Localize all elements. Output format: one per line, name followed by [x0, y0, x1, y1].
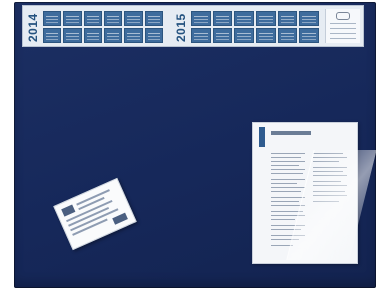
year-label: 2015: [174, 13, 188, 43]
sheet-accent-stripe: [259, 127, 265, 147]
month-cell: [191, 28, 211, 43]
month-cell: [255, 28, 276, 43]
month-cell: [234, 11, 254, 26]
month-grid: [191, 11, 319, 43]
month-cell: [299, 28, 319, 43]
year-label: 2014: [26, 13, 40, 43]
month-cell: [299, 11, 319, 26]
month-cell: [63, 28, 82, 43]
clip-icon: [336, 12, 350, 20]
month-cell: [191, 11, 211, 26]
month-cell: [255, 11, 276, 26]
month-cell: [277, 28, 298, 43]
sheet-heading-block: [271, 131, 311, 135]
month-cell: [277, 11, 298, 26]
month-cell: [43, 11, 62, 26]
month-cell: [212, 28, 233, 43]
month-cell: [144, 28, 163, 43]
month-cell: [104, 11, 123, 26]
month-cell: [144, 11, 163, 26]
month-cell: [212, 11, 233, 26]
month-cell: [234, 28, 254, 43]
month-cell: [43, 28, 62, 43]
month-cell: [63, 11, 82, 26]
calendar-strip: 2014 2015: [22, 5, 364, 47]
month-grid: [43, 11, 163, 43]
month-cell: [124, 11, 143, 26]
calendar-year-block-2015: 2015: [173, 8, 323, 44]
month-cell: [104, 28, 123, 43]
calendar-year-block-2014: 2014: [25, 8, 165, 44]
calendar-note-panel: [325, 9, 360, 43]
month-cell: [83, 28, 102, 43]
month-cell: [83, 11, 102, 26]
month-cell: [124, 28, 143, 43]
